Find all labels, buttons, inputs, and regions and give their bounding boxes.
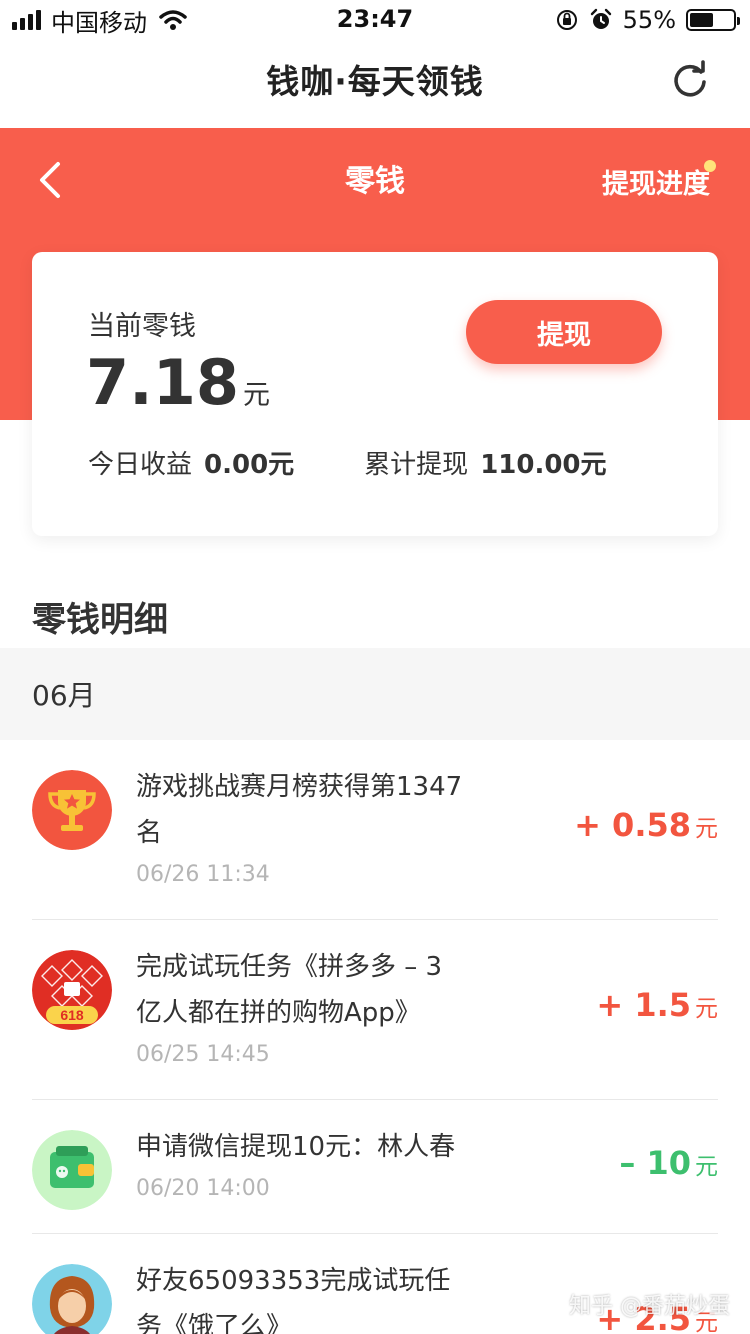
app-bar: 钱咖·每天领钱	[0, 40, 750, 128]
month-label: 06月	[32, 679, 96, 712]
transaction-text: 申请微信提现10元：林人春 06/20 14:00	[136, 1124, 516, 1201]
details-title: 零钱明细	[32, 600, 168, 640]
today-earnings-label: 今日收益	[88, 450, 193, 480]
app-title: 钱咖·每天领钱	[266, 62, 484, 101]
trophy-icon	[32, 770, 112, 850]
transaction-amount: – 10 元	[619, 1144, 718, 1182]
transaction-time: 06/25 14:45	[136, 1042, 270, 1067]
balance-stats: 今日收益 0.00元 累计提现 110.00元	[88, 444, 607, 481]
withdraw-progress-link[interactable]: 提现进度	[602, 160, 716, 201]
watermark: 知乎 @番茄炒蛋	[569, 1294, 730, 1319]
wallet-icon	[32, 1130, 112, 1210]
transaction-amount-value: + 0.58	[574, 806, 691, 844]
transaction-desc-line2: 务《饿了么》	[136, 1312, 293, 1334]
transaction-time: 06/20 14:00	[136, 1176, 270, 1201]
total-withdrawn: 累计提现 110.00元	[364, 444, 606, 481]
list-item[interactable]: 游戏挑战赛月榜获得第1347 名 06/26 11:34 + 0.58 元	[32, 740, 718, 920]
notification-dot	[704, 160, 716, 172]
transaction-amount: + 0.58 元	[574, 806, 718, 844]
alarm-icon	[590, 8, 611, 29]
balance-card: 当前零钱 7.18 元 提现 今日收益 0.00元 累计提现 110.00元	[32, 252, 718, 536]
friend-avatar-icon	[32, 1264, 112, 1334]
refresh-icon[interactable]	[670, 60, 710, 100]
transaction-amount-value: + 1.5	[596, 986, 691, 1024]
transaction-amount-unit: 元	[695, 1154, 718, 1180]
battery-icon	[686, 9, 740, 31]
transaction-desc-line1: 申请微信提现10元：林人春	[136, 1132, 456, 1162]
today-earnings-value: 0.00元	[204, 450, 295, 480]
list-item[interactable]: 618 完成试玩任务《拼多多 – 3 亿人都在拼的购物App》 06/25 14…	[32, 920, 718, 1100]
battery-fill	[690, 13, 714, 27]
transaction-desc-line2: 名	[136, 818, 163, 848]
balance-unit: 元	[242, 380, 270, 411]
today-earnings: 今日收益 0.00元	[88, 444, 294, 481]
balance-label: 当前零钱	[88, 311, 196, 342]
transaction-desc-line1: 完成试玩任务《拼多多 – 3	[136, 952, 443, 982]
total-withdrawn-value: 110.00元	[480, 450, 607, 480]
withdraw-button[interactable]: 提现	[466, 300, 662, 364]
icon-badge-618: 618	[60, 1007, 84, 1023]
orientation-lock-icon	[556, 10, 577, 30]
transaction-text: 完成试玩任务《拼多多 – 3 亿人都在拼的购物App》 06/25 14:45	[136, 944, 516, 1067]
total-withdrawn-label: 累计提现	[364, 450, 469, 480]
month-header: 06月	[0, 648, 750, 740]
transaction-time: 06/26 11:34	[136, 862, 270, 887]
list-item[interactable]: 申请微信提现10元：林人春 06/20 14:00 – 10 元	[32, 1100, 718, 1234]
transaction-text: 游戏挑战赛月榜获得第1347 名 06/26 11:34	[136, 764, 516, 887]
balance-amount: 7.18	[86, 346, 239, 419]
withdraw-progress-label: 提现进度	[602, 169, 710, 200]
transaction-desc-line1: 好友65093353完成试玩任	[136, 1266, 451, 1296]
battery-percent: 55%	[622, 6, 676, 34]
status-bar: 中国移动 23:47 55%	[0, 0, 750, 40]
balance-value: 7.18 元	[86, 346, 270, 419]
transaction-text: 好友65093353完成试玩任 务《饿了么》	[136, 1258, 516, 1334]
transaction-amount-unit: 元	[695, 996, 718, 1022]
transaction-amount-unit: 元	[695, 816, 718, 842]
transaction-desc-line2: 亿人都在拼的购物App》	[136, 998, 421, 1028]
pinduoduo-app-icon: 618	[32, 950, 112, 1030]
transaction-desc-line1: 游戏挑战赛月榜获得第1347	[136, 772, 463, 802]
transaction-amount-value: – 10	[619, 1144, 691, 1182]
transaction-amount: + 1.5 元	[596, 986, 718, 1024]
